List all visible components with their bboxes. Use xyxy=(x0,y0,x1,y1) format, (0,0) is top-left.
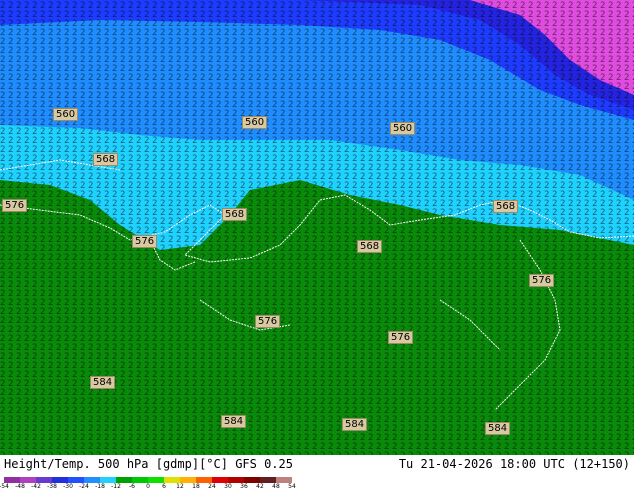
weather-map: 2 8 560 560 560 568 576 568 576 568 568 … xyxy=(0,0,634,455)
colorbar-tick-label: 30 xyxy=(224,483,232,490)
map-title: Height/Temp. 500 hPa [gdmp][°C] GFS 0.25 xyxy=(4,457,293,471)
contour-label: 568 xyxy=(93,153,119,166)
contour-label: 568 xyxy=(357,240,383,253)
colorbar-tick-label: -48 xyxy=(15,483,25,490)
colorbar-tick-label: -12 xyxy=(111,483,121,490)
colorbar-tick-label: 0 xyxy=(146,483,150,490)
colorbar-tick-label: -6 xyxy=(129,483,135,490)
contour-label: 560 xyxy=(390,122,416,135)
colorbar-tick-label: -42 xyxy=(31,483,41,490)
contour-label: 584 xyxy=(342,418,368,431)
contour-label: 576 xyxy=(2,199,28,212)
colorbar-tick-label: 18 xyxy=(192,483,200,490)
contour-label: 576 xyxy=(529,274,555,287)
colorbar-tick-label: 12 xyxy=(176,483,184,490)
contour-label: 560 xyxy=(53,108,79,121)
map-footer: Height/Temp. 500 hPa [gdmp][°C] GFS 0.25… xyxy=(0,455,634,490)
colorbar-tick-label: -30 xyxy=(63,483,73,490)
contour-label: 576 xyxy=(132,235,158,248)
colorbar-tick-label: 36 xyxy=(240,483,248,490)
contour-label: 560 xyxy=(242,116,268,129)
contour-label: 584 xyxy=(90,376,116,389)
colorbar-tick-label: 54 xyxy=(288,483,296,490)
colorbar-tick-label: 6 xyxy=(162,483,166,490)
contour-label: 568 xyxy=(222,208,248,221)
contour-label: 584 xyxy=(221,415,247,428)
colorbar-tick-label: -38 xyxy=(47,483,57,490)
colorbar-tick-label: -24 xyxy=(79,483,89,490)
colorbar-tick-label: -18 xyxy=(95,483,105,490)
colorbar-tick-label: -54 xyxy=(0,483,9,490)
colorbar-tick-label: 24 xyxy=(208,483,216,490)
contour-label: 576 xyxy=(388,331,414,344)
contour-label: 584 xyxy=(485,422,511,435)
colorbar-tick-label: 42 xyxy=(256,483,264,490)
contour-label: 568 xyxy=(493,200,519,213)
valid-time: Tu 21-04-2026 18:00 UTC (12+150) xyxy=(398,457,630,471)
colorbar-tick-label: 48 xyxy=(272,483,280,490)
contour-label: 576 xyxy=(255,315,281,328)
